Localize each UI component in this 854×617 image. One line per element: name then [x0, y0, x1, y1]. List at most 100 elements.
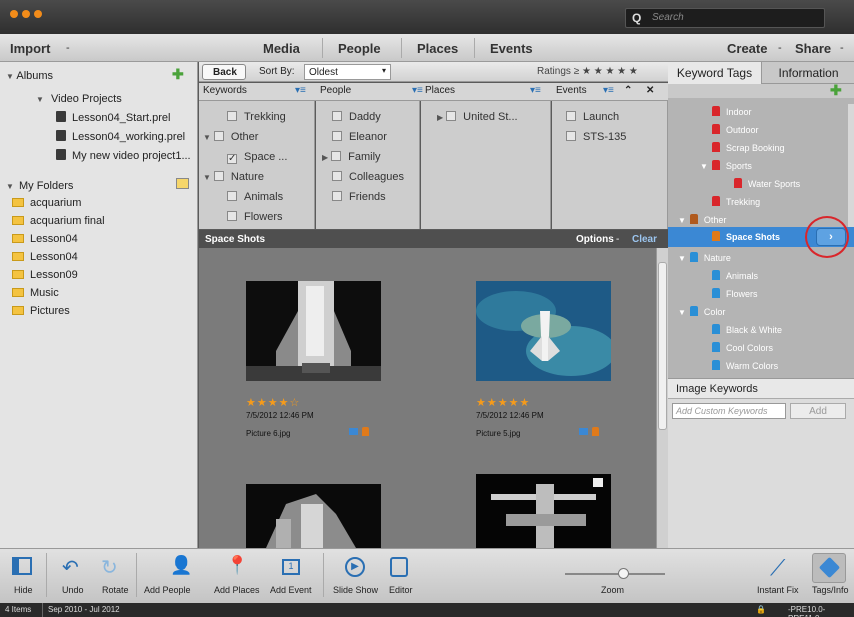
ratings-filter[interactable]: Ratings ≥ ★ ★ ★ ★ ★ [537, 66, 638, 77]
keyword-tag-item[interactable]: Trekking [712, 196, 760, 207]
thumbnail-space-station-1[interactable] [246, 484, 381, 548]
options-menu[interactable]: Options [576, 234, 614, 245]
facet-places-header[interactable]: Places [425, 85, 455, 96]
album-item[interactable]: My new video project1... [56, 149, 191, 162]
folder-item[interactable]: acquarium [12, 197, 81, 209]
thumbnail-space-station-2[interactable] [476, 474, 611, 548]
folder-item[interactable]: Music [12, 287, 59, 299]
facet-item[interactable]: ▶ Family [322, 151, 381, 163]
checkbox[interactable] [227, 211, 237, 221]
facet-keywords-header[interactable]: Keywords [203, 85, 247, 96]
facet-events-header[interactable]: Events [556, 85, 587, 96]
tab-events[interactable]: Events [490, 41, 533, 56]
import-menu[interactable]: Import [10, 41, 50, 56]
keyword-tag-item[interactable]: Indoor [712, 106, 752, 117]
rotate-icon[interactable]: ↻ [101, 555, 118, 580]
rating-stars[interactable]: ★★★★★ [476, 396, 530, 409]
sort-by-select[interactable]: Oldest ▾ [304, 64, 391, 80]
folder-item[interactable]: Lesson09 [12, 269, 78, 281]
keyword-tag-item[interactable]: Flowers [712, 288, 758, 299]
keyword-tag-item[interactable]: Cool Colors [712, 342, 773, 353]
editor-icon[interactable] [390, 557, 408, 577]
checkbox[interactable] [213, 131, 224, 141]
checkbox[interactable] [332, 131, 342, 141]
keyword-tag-item[interactable]: Water Sports [734, 178, 800, 189]
facet-item[interactable]: ✓ Space ... [227, 151, 287, 164]
checkbox[interactable] [331, 151, 342, 161]
checkbox[interactable] [566, 111, 576, 121]
checkbox[interactable] [227, 191, 237, 201]
tab-places[interactable]: Places [417, 41, 458, 56]
keyword-tag-item[interactable]: Scrap Booking [712, 142, 785, 153]
zoom-window-button[interactable] [34, 10, 42, 18]
facet-item[interactable]: ▼ Nature [203, 171, 264, 183]
album-group-video-projects[interactable]: ▼ Video Projects [36, 93, 122, 105]
new-keyword-icon[interactable]: ✚ [830, 82, 842, 99]
albums-header[interactable]: ▼ Albums [6, 70, 53, 82]
tab-information[interactable]: Information [763, 62, 854, 84]
tab-keyword-tags[interactable]: Keyword Tags [668, 62, 762, 84]
clear-filter-button[interactable]: Clear [632, 234, 657, 245]
facet-menu-icon[interactable]: ▾≡ [530, 85, 541, 96]
search-input[interactable]: Q Search [625, 8, 825, 28]
checkbox[interactable] [332, 191, 342, 201]
add-album-icon[interactable]: ✚ [172, 66, 184, 83]
folder-view-icon[interactable] [176, 178, 189, 189]
add-people-icon[interactable]: 👤 [170, 555, 192, 576]
keyword-tag-item-selected[interactable]: Space Shots [712, 231, 780, 242]
rating-stars[interactable]: ★★★★☆ [246, 396, 300, 409]
facet-item[interactable]: Animals [227, 191, 283, 203]
collapse-facets-icon[interactable]: ⌃ [624, 85, 632, 96]
folder-item[interactable]: Lesson04 [12, 233, 78, 245]
thumbnail-picture-5[interactable] [476, 281, 611, 381]
slide-show-icon[interactable]: ▶ [345, 557, 365, 577]
keyword-category-item[interactable]: ▼ Color [678, 306, 725, 317]
facet-item[interactable]: Friends [332, 191, 386, 203]
undo-icon[interactable]: ↶ [62, 555, 79, 580]
keyword-tag-item[interactable]: Black & White [712, 324, 782, 335]
facet-item[interactable]: Colleagues [332, 171, 404, 183]
facet-item[interactable]: Flowers [227, 211, 283, 223]
folder-item[interactable]: Lesson04 [12, 251, 78, 263]
facet-people-header[interactable]: People [320, 85, 351, 96]
facet-item[interactable]: Eleanor [332, 131, 387, 143]
facet-item[interactable]: Launch [566, 111, 619, 123]
minimize-window-button[interactable] [22, 10, 30, 18]
close-window-button[interactable] [10, 10, 18, 18]
add-event-icon[interactable]: 1 [282, 559, 300, 575]
facet-item[interactable]: ▶ United St... [437, 111, 518, 123]
facet-menu-icon[interactable]: ▾≡ [412, 85, 423, 96]
checkbox[interactable] [213, 171, 224, 181]
custom-keywords-input[interactable]: Add Custom Keywords [672, 403, 786, 419]
thumbnail-picture-6[interactable] [246, 281, 381, 381]
keyword-tag-item[interactable]: Animals [712, 270, 758, 281]
album-item[interactable]: Lesson04_working.prel [56, 130, 185, 143]
facet-item[interactable]: ▼ Other [203, 131, 258, 143]
folder-item[interactable]: acquarium final [12, 215, 105, 227]
folder-item[interactable]: Pictures [12, 305, 70, 317]
facet-item[interactable]: Daddy [332, 111, 381, 123]
tree-scrollbar[interactable] [848, 104, 854, 234]
folders-header[interactable]: ▼ My Folders [6, 180, 73, 192]
keyword-category-item[interactable]: ▼ Other [678, 214, 726, 225]
tags-info-toggle[interactable] [812, 553, 846, 583]
scrollbar-thumb[interactable] [658, 262, 667, 430]
checkbox-checked[interactable]: ✓ [227, 154, 237, 164]
zoom-slider-handle[interactable] [618, 568, 629, 579]
album-item[interactable]: Lesson04_Start.prel [56, 111, 170, 124]
back-button[interactable]: Back [202, 64, 246, 80]
keyword-category-item[interactable]: ▼ Nature [678, 252, 731, 263]
checkbox[interactable] [332, 171, 342, 181]
keyword-tag-item[interactable]: Outdoor [712, 124, 759, 135]
checkbox[interactable] [446, 111, 457, 121]
checkbox[interactable] [566, 131, 576, 141]
add-keyword-button[interactable]: Add [790, 403, 846, 419]
add-places-icon[interactable]: 📍 [226, 555, 248, 576]
close-facets-icon[interactable]: ✕ [646, 85, 654, 96]
grid-scrollbar[interactable] [656, 248, 668, 548]
hide-panel-icon[interactable] [12, 557, 32, 575]
facet-item[interactable]: Trekking [227, 111, 286, 123]
facet-menu-icon[interactable]: ▾≡ [295, 85, 306, 96]
keyword-tag-item[interactable]: ▼ Sports [700, 160, 752, 171]
create-menu[interactable]: Create [727, 41, 767, 56]
